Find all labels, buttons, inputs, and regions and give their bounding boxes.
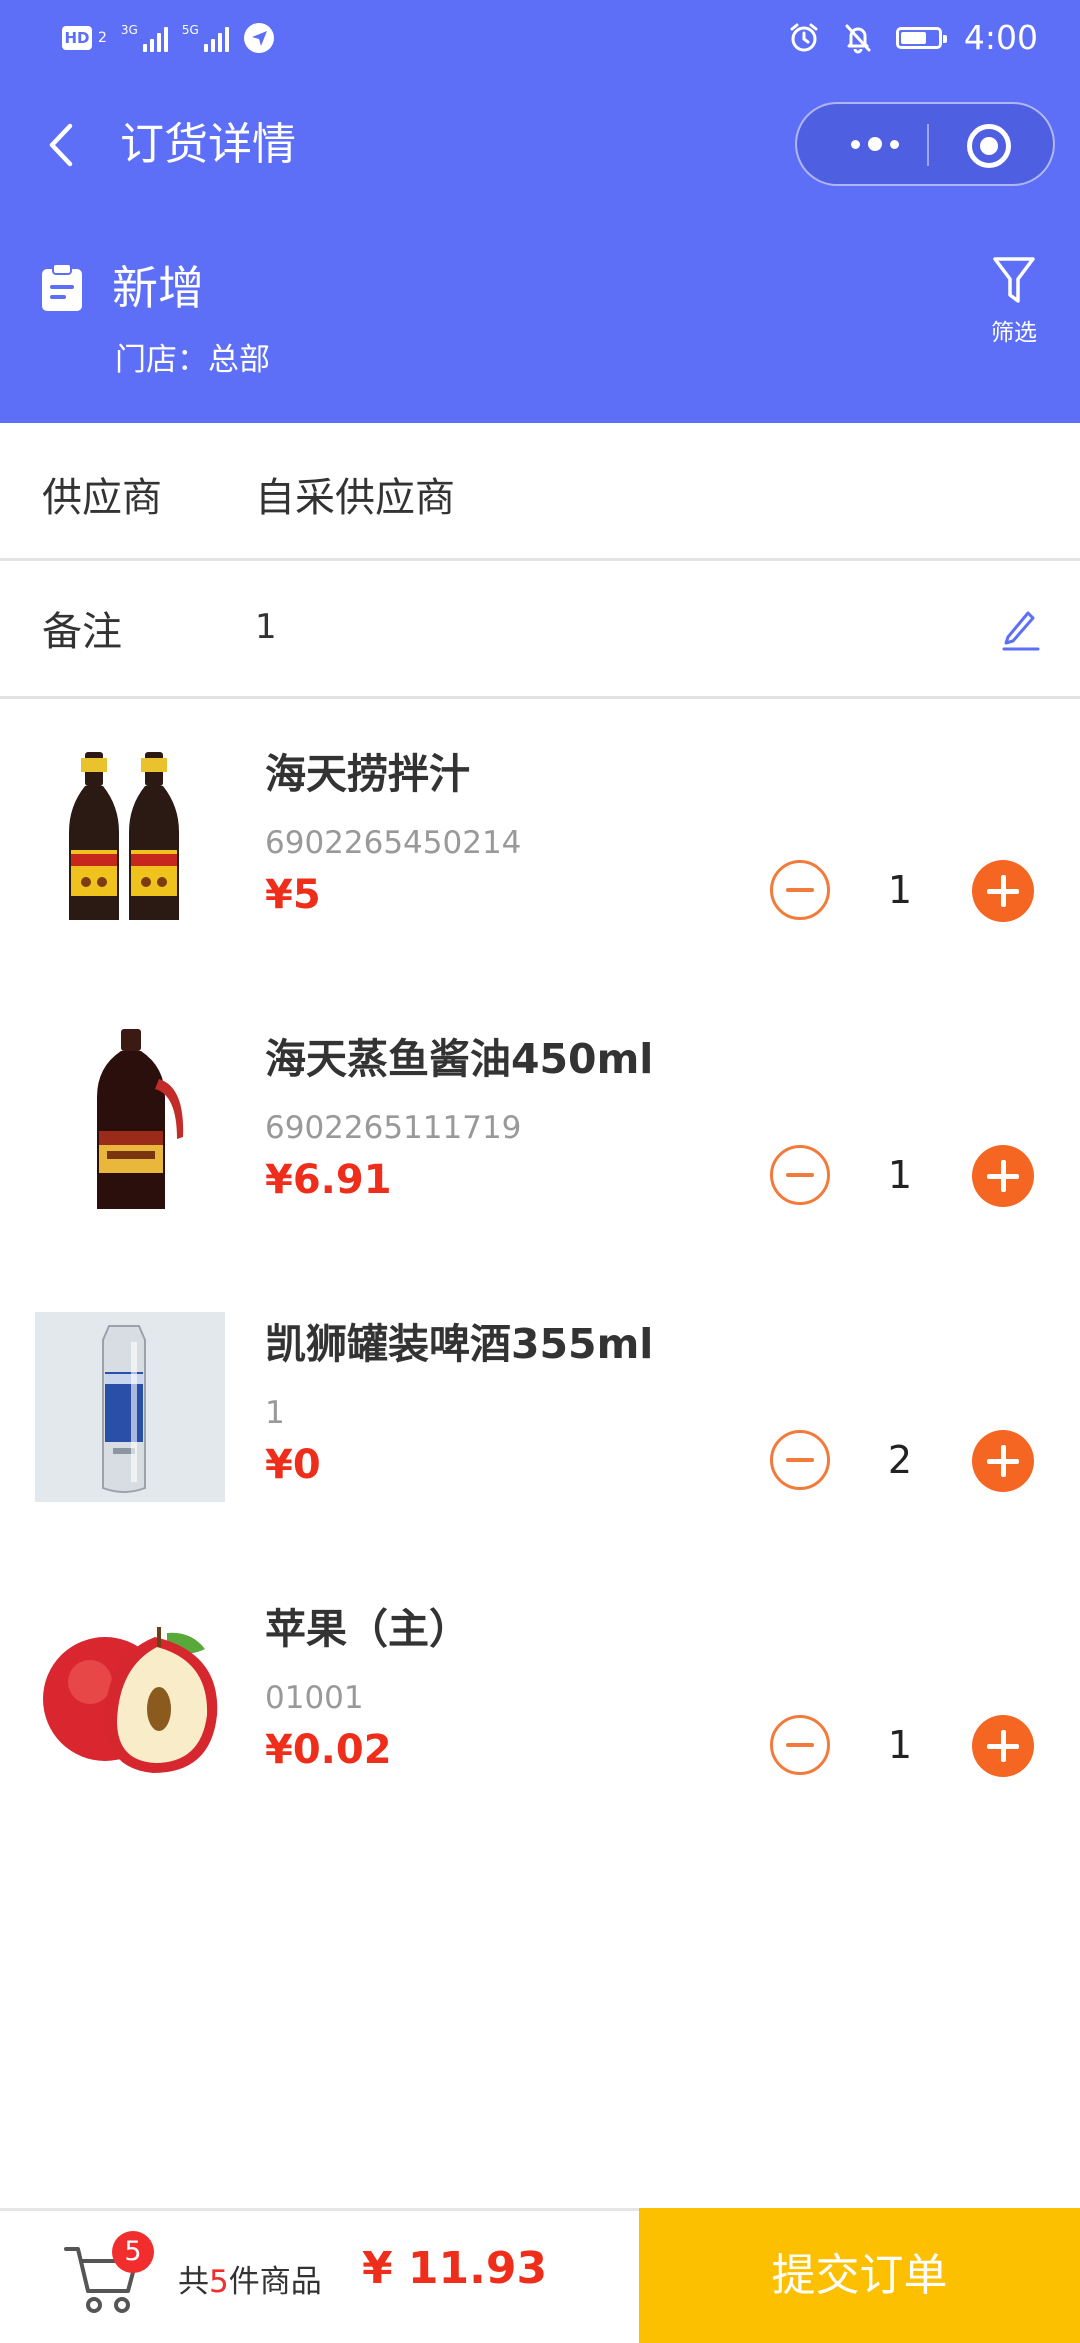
mute-bell-icon bbox=[845, 24, 871, 53]
filter-button[interactable]: 筛选 bbox=[985, 255, 1043, 355]
note-row[interactable]: 备注 1 bbox=[0, 561, 1080, 699]
status-label: 新增 bbox=[112, 261, 204, 315]
more-menu-icon[interactable] bbox=[827, 104, 922, 184]
increase-button[interactable] bbox=[972, 1715, 1034, 1777]
total-price: ¥ 11.93 bbox=[362, 2243, 548, 2294]
product-item: 凯狮罐装啤酒355ml 1 ¥0 2 bbox=[0, 1300, 1080, 1585]
miniprogram-capsule bbox=[795, 102, 1055, 186]
quantity-value[interactable]: 1 bbox=[870, 1715, 930, 1775]
footer-bar: 5 共5件商品 ¥ 11.93 提交订单 bbox=[0, 2208, 1080, 2343]
quantity-value[interactable]: 1 bbox=[870, 860, 930, 920]
supplier-value: 自采供应商 bbox=[255, 475, 455, 521]
product-name: 苹果（主） bbox=[265, 1605, 470, 1653]
product-price: ¥5 bbox=[265, 872, 321, 918]
status-right: 4:00 bbox=[788, 18, 1038, 57]
battery-level bbox=[900, 31, 926, 44]
header: HD 2 3G 5G 4:00 订货详情 新增 门店：总部 筛选 bbox=[0, 0, 1080, 423]
close-target-icon[interactable] bbox=[967, 124, 1011, 168]
supplier-label: 供应商 bbox=[42, 475, 162, 521]
status-bar: HD 2 3G 5G 4:00 bbox=[0, 0, 1080, 80]
status-time: 4:00 bbox=[963, 18, 1038, 57]
filter-label: 筛选 bbox=[991, 320, 1037, 346]
product-price: ¥0 bbox=[265, 1442, 321, 1488]
hd-icon: HD bbox=[62, 26, 92, 50]
alarm-icon bbox=[790, 23, 818, 51]
count-number: 5 bbox=[209, 2264, 229, 2300]
decrease-button[interactable] bbox=[770, 1145, 830, 1205]
supplier-row[interactable]: 供应商 自采供应商 bbox=[0, 423, 1080, 561]
product-item: 海天捞拌汁 6902265450214 ¥5 1 bbox=[0, 730, 1080, 1015]
increase-button[interactable] bbox=[972, 1430, 1034, 1492]
clipboard-icon bbox=[42, 263, 82, 311]
increase-button[interactable] bbox=[972, 860, 1034, 922]
product-name: 凯狮罐装啤酒355ml bbox=[265, 1320, 654, 1368]
item-count: 共5件商品 bbox=[178, 2256, 322, 2301]
product-name: 海天捞拌汁 bbox=[265, 750, 470, 798]
network-label-1: 3G bbox=[120, 23, 138, 37]
soy-sauce-bottle-image bbox=[35, 1027, 225, 1217]
product-code: 6902265450214 bbox=[265, 825, 522, 861]
network-label-2: 5G bbox=[181, 23, 199, 37]
quantity-value[interactable]: 1 bbox=[870, 1145, 930, 1205]
submit-order-button[interactable]: 提交订单 bbox=[639, 2208, 1080, 2343]
product-price: ¥6.91 bbox=[265, 1157, 392, 1203]
product-price: ¥0.02 bbox=[265, 1727, 392, 1773]
filter-icon bbox=[993, 257, 1035, 303]
product-code: 01001 bbox=[265, 1680, 364, 1716]
decrease-button[interactable] bbox=[770, 1430, 830, 1490]
product-item: 海天蒸鱼酱油450ml 6902265111719 ¥6.91 1 bbox=[0, 1015, 1080, 1300]
product-code: 6902265111719 bbox=[265, 1110, 522, 1146]
page-title: 订货详情 bbox=[120, 119, 296, 170]
nav-bar: 订货详情 bbox=[0, 100, 1080, 190]
back-arrow-icon[interactable] bbox=[40, 120, 90, 170]
signal-3g-icon: 3G bbox=[121, 24, 168, 52]
soy-bottles-image bbox=[35, 742, 225, 932]
capsule-divider bbox=[927, 124, 929, 166]
hd-sub-label: 2 bbox=[98, 30, 107, 46]
product-name: 海天蒸鱼酱油450ml bbox=[265, 1035, 654, 1083]
battery-icon bbox=[895, 26, 947, 49]
note-value: 1 bbox=[255, 607, 277, 647]
beer-can-image bbox=[35, 1312, 225, 1502]
product-item: 苹果（主） 01001 ¥0.02 1 bbox=[0, 1585, 1080, 1870]
increase-button[interactable] bbox=[972, 1145, 1034, 1207]
store-label: 门店：总部 bbox=[115, 342, 270, 378]
edit-pencil-icon[interactable] bbox=[1000, 603, 1040, 653]
status-left: HD 2 3G 5G bbox=[62, 22, 275, 54]
order-status: 新增 bbox=[40, 258, 204, 318]
quantity-value[interactable]: 2 bbox=[870, 1430, 930, 1490]
location-icon bbox=[243, 23, 274, 53]
decrease-button[interactable] bbox=[770, 860, 830, 920]
cart-badge: 5 bbox=[112, 2231, 154, 2273]
decrease-button[interactable] bbox=[770, 1715, 830, 1775]
count-suffix: 件商品 bbox=[228, 2264, 322, 2300]
apple-image bbox=[35, 1597, 225, 1787]
note-label: 备注 bbox=[42, 609, 122, 655]
product-code: 1 bbox=[265, 1395, 285, 1431]
signal-5g-icon: 5G bbox=[182, 24, 229, 52]
count-prefix: 共 bbox=[178, 2264, 209, 2300]
